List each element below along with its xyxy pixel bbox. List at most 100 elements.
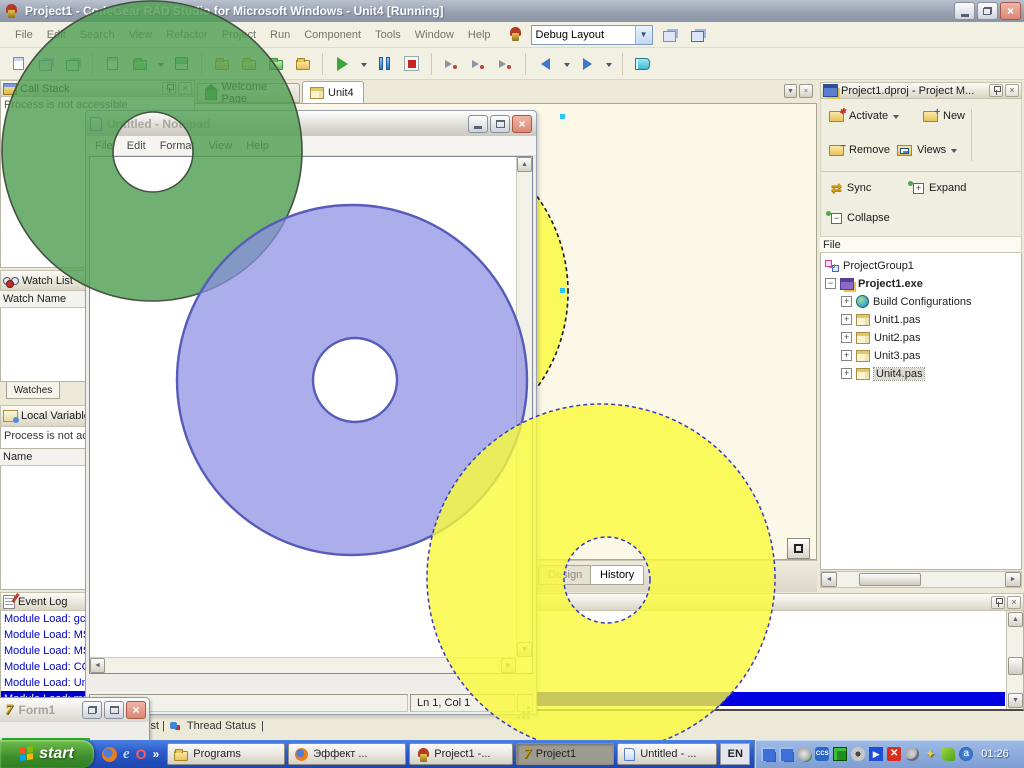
call-stack-close-button[interactable]: × [178,82,192,95]
file-column-header[interactable]: File [820,237,1022,253]
new-items-button[interactable] [6,52,31,76]
taskbar-button-effect[interactable]: Эффект ... [288,743,406,765]
scroll-left-button[interactable]: ◄ [90,658,105,673]
taskbar-button-programs[interactable]: Programs [167,743,285,765]
notepad-close-button[interactable]: × [512,115,532,133]
menu-window[interactable]: Window [408,26,461,44]
open-file-dropdown[interactable] [154,52,167,76]
resize-grip[interactable] [517,694,533,712]
activate-button[interactable]: Activate [825,107,903,125]
expand-expander[interactable]: + [841,332,852,343]
desktop-layout-combo[interactable]: Debug Layout ▼ [531,25,653,45]
notepad-minimize-button[interactable] [468,115,488,133]
new-unit-button[interactable] [100,52,125,76]
editor-map-button[interactable] [787,538,810,559]
call-stack-pin-button[interactable] [162,82,176,95]
browse-forward-dropdown[interactable] [602,52,615,76]
stop-button[interactable] [399,52,424,76]
tree-item-unit4[interactable]: + Unit4.pas [841,365,924,382]
combo-dropdown-button[interactable]: ▼ [635,26,652,44]
open-file-button[interactable] [127,52,152,76]
tab-unit4[interactable]: Unit4 [302,81,364,104]
scroll-left-button[interactable]: ◄ [821,572,837,587]
tab-history[interactable]: History [590,565,644,585]
taskbar-button-untitled-notepad[interactable]: Untitled - ... [617,743,717,765]
trace-into-button[interactable] [439,52,464,76]
expand-expander[interactable]: + [841,314,852,325]
tree-item-unit3[interactable]: + Unit3.pas [841,347,920,364]
save-layout-button[interactable] [659,25,681,45]
tab-design[interactable]: Design [538,565,592,585]
expand-expander[interactable]: + [841,350,852,361]
apply-layout-button[interactable] [687,25,709,45]
led-grid-icon[interactable] [833,747,847,761]
tree-item-projectgroup[interactable]: ProjectGroup1 [825,257,914,274]
notepad-hscrollbar[interactable]: ◄ ► [90,657,516,673]
tree-item-build-configurations[interactable]: + Build Configurations [841,293,971,310]
scroll-down-button[interactable]: ▼ [1008,693,1023,708]
nvidia-settings-icon[interactable] [941,747,955,761]
expand-button[interactable]: + Expand [909,179,970,197]
scroll-right-button[interactable]: ► [501,658,516,673]
bottom-panel-close-button[interactable]: × [1007,596,1021,609]
bottom-panel-header[interactable]: × [531,593,1024,611]
form1-titlebar[interactable]: 7 Form1 × [0,698,149,722]
scroll-thumb[interactable] [859,573,921,586]
pause-button[interactable] [372,52,397,76]
media-player-icon[interactable]: ▶ [869,747,883,761]
ide-close-button[interactable]: × [1000,2,1021,20]
notepad-menu-edit[interactable]: Edit [120,138,153,154]
menu-refactor[interactable]: Refactor [159,26,215,44]
expand-expander[interactable]: + [841,368,852,379]
internet-explorer-icon[interactable]: e [123,746,130,763]
form1-restore-button[interactable] [82,701,102,719]
globe-agent-icon[interactable] [797,747,811,761]
browse-forward-button[interactable] [575,52,600,76]
views-button[interactable]: Views [893,141,961,159]
scroll-down-button[interactable]: ▼ [517,642,532,657]
form1-maximize-button[interactable] [104,701,124,719]
bottom-panel-vscrollbar[interactable]: ▲ ▼ [1006,611,1023,709]
scroll-up-button[interactable]: ▲ [1008,612,1023,627]
tab-list-dropdown-button[interactable]: ▼ [784,84,797,98]
new-button[interactable]: New [919,107,969,125]
menu-project[interactable]: Project [215,26,263,44]
magic-wand-icon[interactable]: ✦ [923,747,937,761]
quick-launch-overflow-chevron[interactable]: » [153,747,160,761]
menu-edit[interactable]: Edit [40,26,73,44]
taskbar-button-project1-ide[interactable]: Project1 -... [409,743,513,765]
notepad-menu-help[interactable]: Help [239,138,276,154]
tab-close-button[interactable]: × [799,84,813,98]
build-button[interactable] [290,52,315,76]
firefox-icon[interactable] [102,747,117,762]
taskbar-button-project1-app[interactable]: 7 Project1 [516,743,614,765]
form1-close-button[interactable]: × [126,701,146,719]
menu-help[interactable]: Help [461,26,498,44]
open-project-button[interactable] [33,52,58,76]
scroll-right-button[interactable]: ► [1005,572,1021,587]
run-dropdown[interactable] [357,52,370,76]
ide-restore-button[interactable] [977,2,998,20]
project-manager-hscrollbar[interactable]: ◄ ► [820,571,1022,588]
browse-back-dropdown[interactable] [560,52,573,76]
call-stack-header[interactable]: Call Stack × [0,80,195,97]
help-contents-button[interactable] [630,52,655,76]
notepad-menu-file[interactable]: File [88,138,120,154]
tree-item-unit1[interactable]: + Unit1.pas [841,311,920,328]
collapse-expander[interactable]: − [825,278,836,289]
open-folder-button[interactable] [209,52,234,76]
notepad-maximize-button[interactable] [490,115,510,133]
menu-component[interactable]: Component [297,26,368,44]
scroll-up-button[interactable]: ▲ [517,157,532,172]
bottom-panel-body[interactable]: ▲ ▼ [531,611,1024,711]
network-icon[interactable] [761,747,775,761]
selected-message-row[interactable] [532,692,1005,706]
menu-file[interactable]: File [8,26,40,44]
run-until-return-button[interactable] [493,52,518,76]
volume-icon[interactable] [905,747,919,761]
save-all-button[interactable] [236,52,261,76]
hidden-tab-remainder[interactable]: ist | [148,720,165,732]
notepad-titlebar[interactable]: Untitled - Notepad × [86,111,536,136]
project-manager-header[interactable]: Project1.dproj - Project M... × [820,82,1022,99]
scroll-thumb[interactable] [1008,657,1023,675]
